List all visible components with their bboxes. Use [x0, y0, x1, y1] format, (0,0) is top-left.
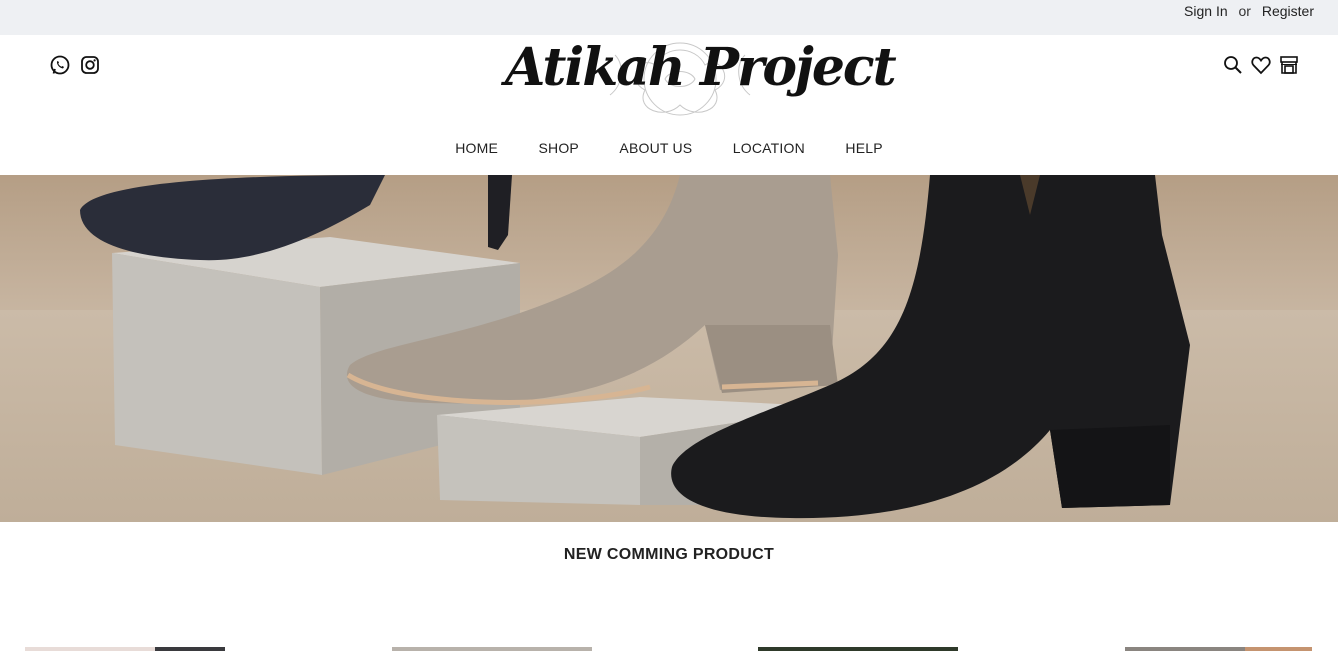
- heart-icon[interactable]: [1250, 54, 1272, 76]
- nav-help[interactable]: HELP: [845, 140, 882, 156]
- search-icon[interactable]: [1222, 54, 1244, 76]
- site-header: Atikah Project HOME SHOP ABOUT US LOCATI…: [0, 35, 1338, 175]
- product-thumbnail[interactable]: [758, 647, 958, 651]
- sign-in-link[interactable]: Sign In: [1184, 3, 1228, 19]
- logo-wordmark: Atikah Project: [505, 37, 897, 98]
- main-navigation: HOME SHOP ABOUT US LOCATION HELP: [0, 140, 1338, 158]
- section-title: NEW COMMING PRODUCT: [563, 546, 775, 563]
- nav-location[interactable]: LOCATION: [733, 140, 805, 156]
- instagram-icon[interactable]: [79, 54, 101, 76]
- auth-links: Sign In or Register: [1184, 3, 1314, 19]
- product-thumbnail[interactable]: [25, 647, 225, 651]
- auth-separator: or: [1238, 3, 1251, 19]
- product-thumbnail[interactable]: [392, 647, 592, 651]
- product-thumbnail[interactable]: [1125, 647, 1312, 651]
- store-icon[interactable]: [1278, 54, 1300, 76]
- whatsapp-icon[interactable]: [49, 54, 71, 76]
- hero-boots-image: [0, 175, 1338, 522]
- register-link[interactable]: Register: [1262, 3, 1314, 19]
- hero-banner[interactable]: [0, 175, 1338, 522]
- nav-about-us[interactable]: ABOUT US: [619, 140, 692, 156]
- header-actions: [1222, 54, 1300, 76]
- nav-home[interactable]: HOME: [455, 140, 498, 156]
- top-utility-bar: Sign In or Register: [0, 0, 1338, 35]
- social-links: [49, 54, 101, 76]
- nav-shop[interactable]: SHOP: [538, 140, 578, 156]
- brand-logo[interactable]: Atikah Project: [505, 35, 897, 123]
